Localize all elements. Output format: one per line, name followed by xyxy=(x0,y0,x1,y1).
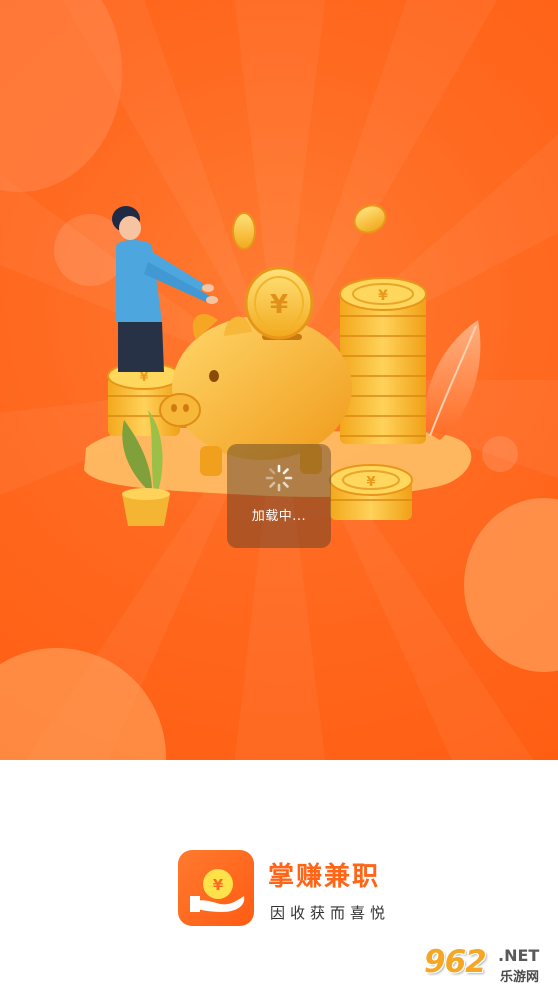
loading-text: 加载中... xyxy=(251,508,307,524)
svg-text:¥: ¥ xyxy=(140,370,149,384)
svg-text:¥: ¥ xyxy=(213,876,224,894)
brand-block: ¥ 掌赚兼职 因收获而喜悦 xyxy=(178,850,418,930)
falling-coin-right xyxy=(353,204,387,234)
loading-spinner-icon xyxy=(265,464,293,491)
watermark-site-name: 乐游网 xyxy=(498,966,542,985)
hand-coin-icon: ¥ xyxy=(190,869,245,912)
piggy-bank-illustration: ¥ ¥ ¥ ¥ xyxy=(84,204,481,526)
coin-entering-slot: ¥ xyxy=(244,266,314,340)
watermark-suffix: .NET xyxy=(498,946,540,965)
splash-banner: ¥ ¥ ¥ ¥ 加载中... xyxy=(0,0,558,760)
app-name: 掌赚兼职 xyxy=(268,862,381,892)
svg-text:¥: ¥ xyxy=(378,288,388,304)
svg-text:¥: ¥ xyxy=(270,290,288,320)
falling-coin-left xyxy=(232,212,256,250)
loading-toast: 加载中... xyxy=(227,444,331,548)
app-slogan: 因收获而喜悦 xyxy=(270,904,391,922)
site-watermark: 962 .NET 乐游网 xyxy=(420,944,554,988)
leaf-decoration xyxy=(424,320,481,440)
app-logo-icon: ¥ xyxy=(178,850,254,926)
coin-stack-right: ¥ xyxy=(339,277,427,444)
watermark-number: 962 xyxy=(424,944,487,980)
svg-text:¥: ¥ xyxy=(366,475,375,490)
coin-stack-front: ¥ xyxy=(329,464,413,520)
